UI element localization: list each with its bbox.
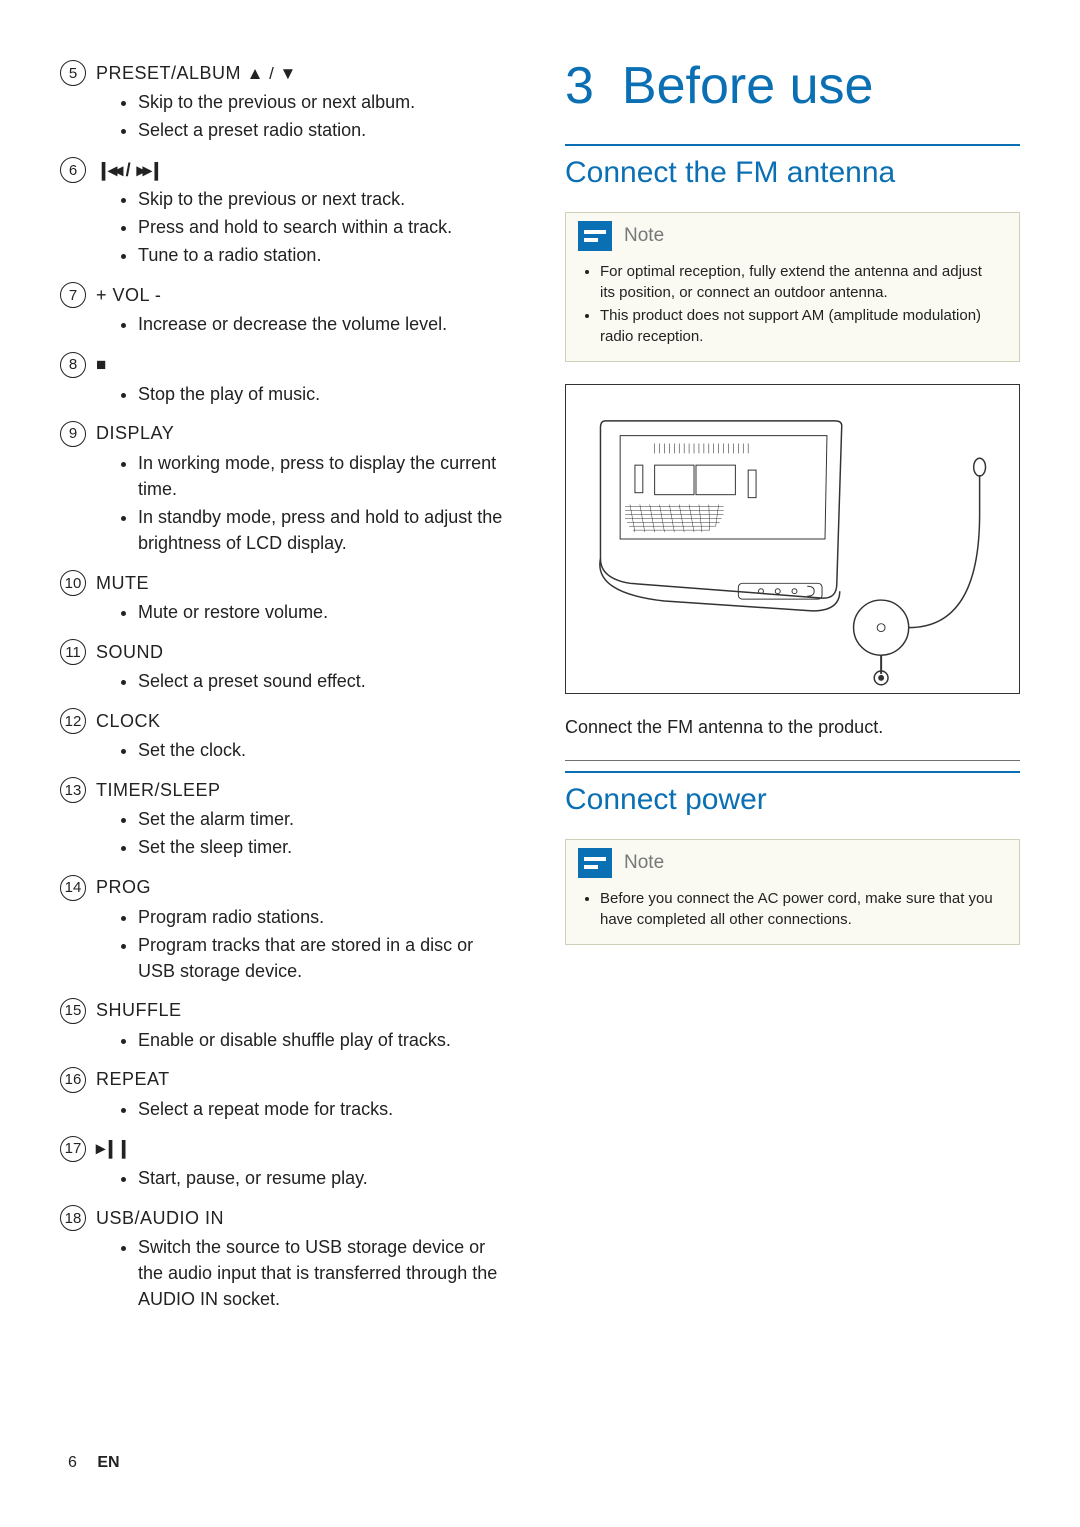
item-8: 8 ■ Stop the play of music. [60, 352, 515, 407]
note-icon [578, 221, 612, 251]
circled-number: 7 [60, 282, 86, 308]
section-title-power: Connect power [565, 783, 1020, 817]
item-desc: Skip to the previous or next album. Sele… [60, 89, 515, 143]
item-title: PRESET/ALBUM ▲ / ▼ [96, 63, 297, 84]
item-11: 11 SOUND Select a preset sound effect. [60, 639, 515, 694]
item-title: CLOCK [96, 711, 161, 732]
item-6: 6 ❙◂◂ / ▸▸❙ Skip to the previous or next… [60, 157, 515, 268]
skip-track-icon: ❙◂◂ / ▸▸❙ [96, 160, 161, 181]
item-title: USB/AUDIO IN [96, 1208, 224, 1229]
note-label: Note [624, 225, 664, 247]
note-icon [578, 848, 612, 878]
note-box-power: Note Before you connect the AC power cor… [565, 839, 1020, 945]
item-title: + VOL - [96, 285, 161, 306]
circled-number: 6 [60, 157, 86, 183]
circled-number: 13 [60, 777, 86, 803]
item-13: 13 TIMER/SLEEP Set the alarm timer. Set … [60, 777, 515, 860]
circled-number: 16 [60, 1067, 86, 1093]
item-title: MUTE [96, 573, 149, 594]
left-column: 5 PRESET/ALBUM ▲ / ▼ Skip to the previou… [60, 60, 515, 1487]
circled-number: 12 [60, 708, 86, 734]
circled-number: 15 [60, 998, 86, 1024]
circled-number: 10 [60, 570, 86, 596]
divider [565, 760, 1020, 761]
item-title: TIMER/SLEEP [96, 780, 221, 801]
item-title: REPEAT [96, 1069, 170, 1090]
item-title: SHUFFLE [96, 1000, 182, 1021]
item-title: DISPLAY [96, 423, 174, 444]
footer-lang: EN [97, 1454, 119, 1471]
item-15: 15 SHUFFLE Enable or disable shuffle pla… [60, 998, 515, 1053]
item-5: 5 PRESET/ALBUM ▲ / ▼ Skip to the previou… [60, 60, 515, 143]
page-number: 6 [68, 1454, 77, 1471]
item-10: 10 MUTE Mute or restore volume. [60, 570, 515, 625]
section-divider [565, 771, 1020, 773]
circled-number: 11 [60, 639, 86, 665]
stop-icon: ■ [96, 355, 107, 375]
item-14: 14 PROG Program radio stations. Program … [60, 875, 515, 984]
play-pause-icon: ▸❙❙ [96, 1138, 129, 1159]
circled-number: 14 [60, 875, 86, 901]
circled-number: 18 [60, 1205, 86, 1231]
item-title: PROG [96, 877, 151, 898]
circled-number: 8 [60, 352, 86, 378]
item-18: 18 USB/AUDIO IN Switch the source to USB… [60, 1205, 515, 1312]
chapter-title: 3Before use [565, 56, 1020, 116]
fm-antenna-diagram [565, 384, 1020, 694]
fm-body-text: Connect the FM antenna to the product. [565, 714, 1020, 740]
item-7: 7 + VOL - Increase or decrease the volum… [60, 282, 515, 337]
circled-number: 17 [60, 1136, 86, 1162]
section-title-fm: Connect the FM antenna [565, 156, 1020, 190]
item-title: SOUND [96, 642, 164, 663]
circled-number: 5 [60, 60, 86, 86]
note-box-fm: Note For optimal reception, fully extend… [565, 212, 1020, 362]
page-footer: 6 EN [68, 1454, 120, 1472]
item-9: 9 DISPLAY In working mode, press to disp… [60, 421, 515, 556]
item-12: 12 CLOCK Set the clock. [60, 708, 515, 763]
note-label: Note [624, 852, 664, 874]
item-16: 16 REPEAT Select a repeat mode for track… [60, 1067, 515, 1122]
right-column: 3Before use Connect the FM antenna Note … [565, 60, 1020, 1487]
circled-number: 9 [60, 421, 86, 447]
section-divider [565, 144, 1020, 146]
triangle-up-down-icon: ▲ / ▼ [247, 64, 297, 83]
item-17: 17 ▸❙❙ Start, pause, or resume play. [60, 1136, 515, 1191]
